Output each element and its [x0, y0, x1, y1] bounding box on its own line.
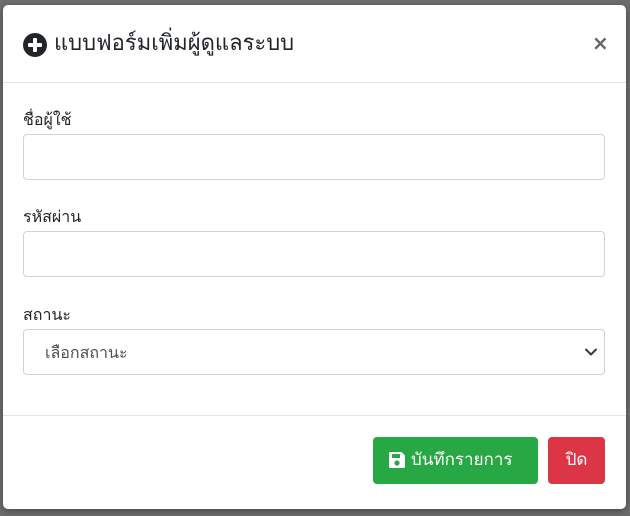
close-button-label: ปิด: [565, 450, 588, 470]
save-button[interactable]: บันทึกรายการ: [373, 437, 538, 484]
status-select-value: เลือกสถานะ: [45, 343, 128, 362]
add-admin-modal: แบบฟอร์มเพิ่มผู้ดูแลระบบ × ชื่อผู้ใช้ รห…: [3, 5, 626, 509]
modal-footer: บันทึกรายการ ปิด: [3, 415, 626, 509]
close-icon[interactable]: ×: [592, 31, 609, 55]
floppy-disk-icon: [389, 452, 405, 468]
status-select[interactable]: เลือกสถานะ: [23, 329, 605, 375]
username-label: ชื่อผู้ใช้: [23, 110, 72, 129]
chevron-down-icon: [585, 348, 597, 356]
modal-title: แบบฟอร์มเพิ่มผู้ดูแลระบบ: [54, 31, 295, 56]
username-input[interactable]: [23, 134, 605, 180]
modal-header: แบบฟอร์มเพิ่มผู้ดูแลระบบ ×: [3, 5, 626, 83]
password-label: รหัสผ่าน: [23, 207, 82, 226]
close-button[interactable]: ปิด: [548, 437, 605, 484]
save-button-label: บันทึกรายการ: [411, 450, 513, 470]
password-input[interactable]: [23, 231, 605, 277]
status-label: สถานะ: [23, 305, 71, 324]
plus-circle-icon: [23, 33, 47, 57]
